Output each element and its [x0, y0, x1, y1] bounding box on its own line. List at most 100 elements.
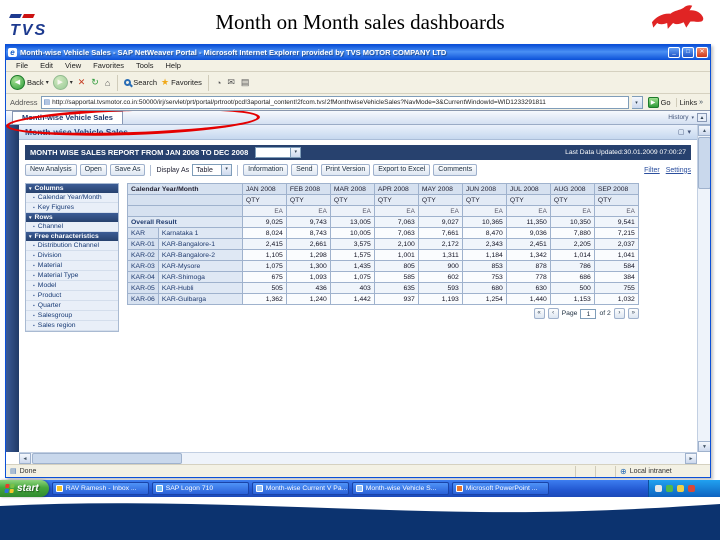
- row-code-kar-03[interactable]: KAR-03: [127, 260, 159, 272]
- maximize-button[interactable]: □: [682, 47, 694, 58]
- last-page-button[interactable]: »: [627, 308, 639, 319]
- menu-item-favorites[interactable]: Favorites: [87, 61, 130, 70]
- menu-item-edit[interactable]: Edit: [34, 61, 59, 70]
- navpanel-item-material-type[interactable]: ▪ Material Type: [26, 271, 118, 281]
- column-header-jun-2008[interactable]: JUN 2008: [461, 183, 507, 195]
- button-send[interactable]: Send: [291, 164, 318, 176]
- button-information[interactable]: Information: [243, 164, 289, 176]
- tray-icon[interactable]: [677, 485, 684, 492]
- menu-item-help[interactable]: Help: [160, 61, 187, 70]
- button-print-version[interactable]: Print Version: [320, 164, 371, 176]
- stop-icon[interactable]: ✕: [77, 77, 87, 88]
- history-label[interactable]: History: [668, 114, 688, 121]
- home-icon[interactable]: ⌂: [104, 78, 111, 88]
- menu-item-file[interactable]: File: [10, 61, 34, 70]
- button-new-analysis[interactable]: New Analysis: [25, 164, 77, 176]
- row-code-kar-04[interactable]: KAR-04: [127, 271, 159, 283]
- column-header-may-2008[interactable]: MAY 2008: [417, 183, 463, 195]
- navpanel-item-product[interactable]: ▪ Product: [26, 291, 118, 301]
- taskbar-task-month-wise-vehicle-s[interactable]: Month-wise Vehicle S...: [351, 482, 449, 495]
- navpanel-item-sales-region[interactable]: ▪ Sales region: [26, 321, 118, 331]
- navpanel-item-model[interactable]: ▪ Model: [26, 281, 118, 291]
- row-name-kar-bangalore-1[interactable]: KAR-Bangalore-1: [157, 238, 243, 250]
- address-input[interactable]: [52, 96, 628, 108]
- navpanel-item-distribution-channel[interactable]: ▪ Distribution Channel: [26, 241, 118, 251]
- navpanel-item-calendar-year-month[interactable]: ▪ Calendar Year/Month: [26, 193, 118, 203]
- portal-left-navigation-strip[interactable]: [6, 125, 19, 452]
- menu-item-view[interactable]: View: [59, 61, 87, 70]
- scroll-left-button[interactable]: ◄: [19, 453, 31, 464]
- column-header-jan-2008[interactable]: JAN 2008: [241, 183, 287, 195]
- vertical-scrollbar[interactable]: ▲ ▼: [697, 125, 710, 452]
- navpanel-item-quarter[interactable]: ▪ Quarter: [26, 301, 118, 311]
- row-name-kar-shimoga[interactable]: KAR-Shimoga: [157, 271, 243, 283]
- column-header-jul-2008[interactable]: JUL 2008: [505, 183, 551, 195]
- row-code-kar-01[interactable]: KAR-01: [127, 238, 159, 250]
- row-code-kar-05[interactable]: KAR-05: [127, 282, 159, 294]
- row-name-kar-hubli[interactable]: KAR-Hubli: [157, 282, 243, 294]
- navpanel-item-key-figures[interactable]: ▪ Key Figures: [26, 203, 118, 213]
- row-code-kar-06[interactable]: KAR-06: [127, 293, 159, 305]
- taskbar-task-microsoft-powerpoint[interactable]: Microsoft PowerPoint ...: [451, 482, 549, 495]
- navpanel-item-channel[interactable]: ▪ Channel: [26, 222, 118, 232]
- variant-select[interactable]: ▾: [255, 147, 302, 158]
- taskbar-task-sap-logon-710[interactable]: SAP Logon 710: [151, 482, 249, 495]
- button-comments[interactable]: Comments: [433, 164, 478, 176]
- next-page-button[interactable]: ›: [613, 308, 625, 319]
- row-header-overall-result[interactable]: Overall Result: [127, 216, 243, 228]
- previous-page-button[interactable]: ‹: [547, 308, 559, 319]
- menu-item-tools[interactable]: Tools: [130, 61, 160, 70]
- favorites-button[interactable]: ★ Favorites: [161, 77, 202, 88]
- window-icon[interactable]: ▢: [678, 128, 685, 136]
- page-number-input[interactable]: 1: [580, 308, 597, 319]
- button-open[interactable]: Open: [79, 164, 107, 176]
- scroll-up-button[interactable]: ▲: [698, 125, 710, 136]
- refresh-icon[interactable]: ↻: [90, 77, 100, 88]
- taskbar-task-rav-ramesh-inbox[interactable]: RAV Ramesh - Inbox ...: [51, 482, 149, 495]
- forward-button[interactable]: ▶ ▾: [52, 75, 73, 90]
- navpanel-section-columns[interactable]: ▾ Columns: [26, 184, 118, 193]
- first-page-button[interactable]: «: [533, 308, 545, 319]
- portal-tab-month-wise-vehicle-sales[interactable]: Month-wise Vehicle Sales: [12, 111, 123, 124]
- print-icon[interactable]: ▤: [240, 77, 251, 88]
- column-header-apr-2008[interactable]: APR 2008: [373, 183, 419, 195]
- column-header-feb-2008[interactable]: FEB 2008: [285, 183, 331, 195]
- navpanel-item-salesgroup[interactable]: ▪ Salesgroup: [26, 311, 118, 321]
- start-button[interactable]: start: [0, 480, 49, 497]
- minimize-button[interactable]: _: [668, 47, 680, 58]
- history-icon[interactable]: ◔: [215, 78, 222, 88]
- navpanel-section-rows[interactable]: ▾ Rows: [26, 213, 118, 222]
- tray-icon[interactable]: [655, 485, 662, 492]
- go-button[interactable]: ▶ Go: [646, 96, 673, 108]
- filter-link[interactable]: Filter: [644, 167, 660, 174]
- mail-icon[interactable]: ✉: [226, 77, 236, 88]
- row-code-kar-02[interactable]: KAR-02: [127, 249, 159, 261]
- scrollbar-thumb[interactable]: [698, 137, 710, 189]
- row-code-kar[interactable]: KAR: [127, 227, 159, 239]
- row-name-kar-mysore[interactable]: KAR-Mysore: [157, 260, 243, 272]
- close-button[interactable]: ✕: [696, 47, 708, 58]
- horizontal-scrollbar[interactable]: ◄ ►: [19, 452, 697, 464]
- button-save-as[interactable]: Save As: [109, 164, 146, 176]
- navpanel-item-division[interactable]: ▪ Division: [26, 251, 118, 261]
- scroll-right-button[interactable]: ►: [685, 453, 697, 464]
- row-name-karnataka-1[interactable]: Karnataka 1: [157, 227, 243, 239]
- tray-icon[interactable]: [666, 485, 673, 492]
- navpanel-section-free-characteristics[interactable]: ▾ Free characteristics: [26, 232, 118, 241]
- display-as-select[interactable]: Table ▾: [192, 164, 233, 176]
- row-name-kar-bangalore-2[interactable]: KAR-Bangalore-2: [157, 249, 243, 261]
- column-header-mar-2008[interactable]: MAR 2008: [329, 183, 375, 195]
- search-button[interactable]: Search: [124, 78, 157, 87]
- button-export-to-excel[interactable]: Export to Excel: [373, 164, 431, 176]
- scrollbar-thumb[interactable]: [32, 453, 182, 464]
- column-header-aug-2008[interactable]: AUG 2008: [549, 183, 595, 195]
- scroll-down-button[interactable]: ▼: [698, 441, 710, 452]
- taskbar-task-month-wise-current-v-pa[interactable]: Month-wise Current V Pa...: [251, 482, 349, 495]
- chevron-down-icon[interactable]: ▾: [687, 128, 691, 136]
- tray-icon[interactable]: [688, 485, 695, 492]
- column-header-sep-2008[interactable]: SEP 2008: [593, 183, 639, 195]
- address-dropdown-button[interactable]: ▾: [631, 95, 643, 109]
- back-button[interactable]: ◀ Back ▾: [10, 75, 49, 90]
- row-name-kar-gulbarga[interactable]: KAR-Gulbarga: [157, 293, 243, 305]
- navpanel-item-material[interactable]: ▪ Material: [26, 261, 118, 271]
